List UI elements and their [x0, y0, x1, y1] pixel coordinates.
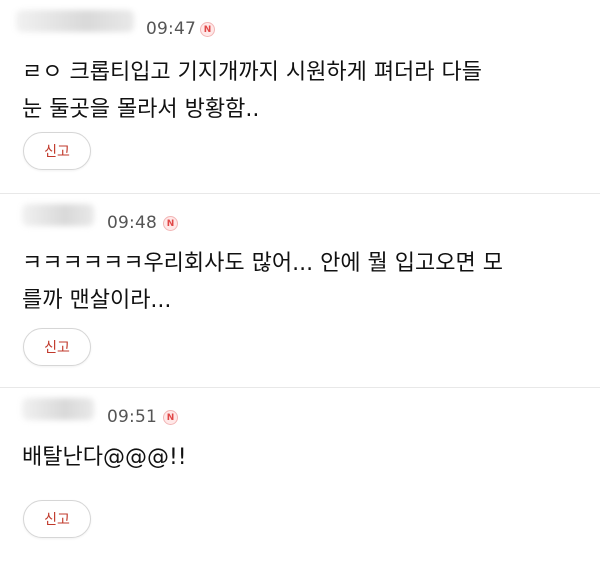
report-button[interactable]: 신고: [23, 328, 91, 366]
comment-meta: 09:48 N: [0, 194, 600, 233]
new-badge-icon: N: [163, 410, 178, 425]
report-button[interactable]: 신고: [23, 500, 91, 538]
comment-item: 09:48 N ㅋㅋㅋㅋㅋㅋ우리회사도 많어... 안에 뭘 입고오면 모 를까…: [0, 194, 600, 388]
report-button[interactable]: 신고: [23, 132, 91, 170]
comment-text: 배탈난다@@@!!: [22, 445, 187, 470]
comment-meta: 09:51 N: [0, 388, 600, 427]
comment-item: 09:47 N ㄹㅇ 크롭티입고 기지개까지 시원하게 펴더라 다들 눈 둘곳을…: [0, 0, 600, 194]
comment-item: 09:51 N 배탈난다@@@!! 신고: [0, 388, 600, 562]
nickname-blurred: [22, 398, 94, 420]
comment-time: 09:47: [146, 19, 196, 39]
comment-meta: 09:47 N: [0, 0, 600, 39]
nickname-blurred: [16, 10, 134, 32]
nickname-blurred: [22, 204, 94, 226]
comment-time: 09:51: [107, 407, 157, 427]
comment-text: ㅋㅋㅋㅋㅋㅋ우리회사도 많어... 안에 뭘 입고오면 모 를까 맨살이라...: [22, 251, 503, 313]
new-badge-icon: N: [163, 216, 178, 231]
comment-time: 09:48: [107, 213, 157, 233]
new-badge-icon: N: [200, 22, 215, 37]
comment-text: ㄹㅇ 크롭티입고 기지개까지 시원하게 펴더라 다들 눈 둘곳을 몰라서 방황함…: [22, 60, 483, 122]
